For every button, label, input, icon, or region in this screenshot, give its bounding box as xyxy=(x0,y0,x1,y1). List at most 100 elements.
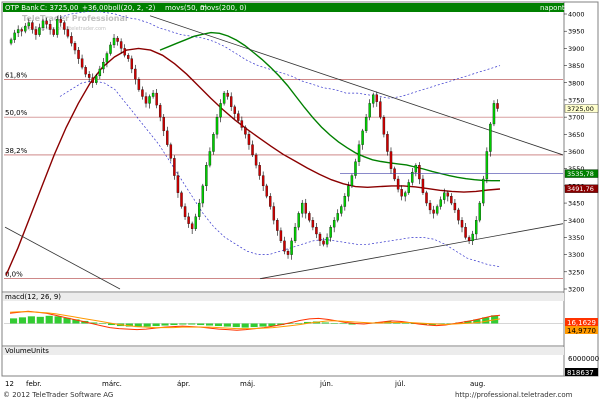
candle-body xyxy=(141,89,144,97)
candle-body xyxy=(158,104,162,118)
candle-body xyxy=(254,154,258,166)
candle-body xyxy=(489,123,492,152)
period-label: naponta xyxy=(540,4,569,12)
macd-histogram-bar xyxy=(339,323,347,325)
candle-body xyxy=(215,116,219,135)
candle-body xyxy=(70,36,73,44)
candle-body xyxy=(144,96,148,104)
candle-body xyxy=(187,216,190,224)
x-label-marc: márc. xyxy=(102,380,122,388)
candle-body xyxy=(77,49,80,59)
candle-body xyxy=(286,251,290,255)
candle-body xyxy=(315,226,318,235)
candle-body xyxy=(336,213,339,221)
candle-body xyxy=(48,24,52,30)
candle-body xyxy=(457,209,460,221)
candle-body xyxy=(98,68,102,77)
candle-body xyxy=(155,92,158,106)
candle-body xyxy=(322,240,325,245)
candle-body xyxy=(485,151,489,180)
y-tick-label: 3650 xyxy=(568,131,585,139)
candle-body xyxy=(276,220,279,231)
candle-body xyxy=(137,79,141,90)
volume-label: VolumeUnits xyxy=(5,347,49,355)
candle-body xyxy=(364,116,368,132)
candle-body xyxy=(91,77,94,83)
candle-body xyxy=(372,94,375,104)
x-label-apr: ápr. xyxy=(177,380,190,388)
y-tick-label: 3900 xyxy=(568,45,585,53)
macd-histogram-bar xyxy=(232,323,240,328)
candle-body xyxy=(183,206,187,217)
candle-body xyxy=(244,127,247,135)
footer-copyright: © 2012 TeleTrader Software AG xyxy=(3,391,113,399)
candle-body xyxy=(52,29,55,35)
footer-url: http://professional.teletrader.com xyxy=(455,391,573,399)
candle-body xyxy=(443,192,446,200)
candle-body xyxy=(169,144,173,159)
candle-body xyxy=(20,29,23,32)
candle-body xyxy=(119,41,123,49)
candle-body xyxy=(180,192,183,207)
candle-body xyxy=(173,158,176,176)
candle-body xyxy=(478,202,481,221)
macd-tag2: 14,9770 xyxy=(567,327,596,335)
close-value: C: 3725,00 xyxy=(40,4,78,12)
candle-body xyxy=(396,178,400,190)
candle-body xyxy=(308,213,311,221)
candle-body xyxy=(123,48,126,56)
candle-body xyxy=(240,120,244,128)
candle-body xyxy=(258,165,261,176)
y-tick-label: 3350 xyxy=(568,234,585,242)
candle-body xyxy=(297,213,300,228)
candle-body xyxy=(407,182,410,193)
candle-body xyxy=(421,178,425,193)
y-tick-label: 3400 xyxy=(568,217,585,225)
candle-body xyxy=(151,92,155,97)
candle-body xyxy=(293,226,297,242)
candle-body xyxy=(45,20,48,25)
macd-histogram-bar xyxy=(27,316,35,324)
candle-body xyxy=(198,202,201,217)
candle-body xyxy=(414,165,418,173)
macd-histogram-bar xyxy=(45,315,53,324)
candle-body xyxy=(130,58,134,70)
x-label-febr: febr. xyxy=(26,380,42,388)
candle-body xyxy=(112,37,116,46)
candle-body xyxy=(31,22,34,30)
main-panel-frame xyxy=(1,1,565,293)
chart-window: OTP Bank C: 3725,00 +36,00 boll(20, 2, -… xyxy=(0,0,600,400)
candle-body xyxy=(41,20,45,28)
candle-body xyxy=(375,94,379,102)
x-label-aug: aug. xyxy=(470,380,485,388)
candle-body xyxy=(63,22,66,30)
chart-canvas: OTP Bank C: 3725,00 +36,00 boll(20, 2, -… xyxy=(1,1,599,399)
candle-body xyxy=(418,165,421,180)
candle-body xyxy=(84,67,87,75)
candle-body xyxy=(212,134,215,152)
macd-histogram-bar xyxy=(10,318,18,324)
candle-body xyxy=(301,202,304,214)
candle-body xyxy=(134,68,137,80)
macd-histogram-bar xyxy=(402,322,410,324)
candle-body xyxy=(474,220,478,235)
candle-body xyxy=(290,240,293,255)
macd-histogram-bar xyxy=(214,323,223,327)
candle-body xyxy=(73,43,77,51)
x-label-maj: máj. xyxy=(240,380,255,388)
candle-body xyxy=(219,103,222,118)
macd-tag1: 16,1629 xyxy=(567,319,596,327)
candle-body xyxy=(464,226,467,238)
y-tick-label: 3250 xyxy=(568,268,585,276)
y-tick-label: 3450 xyxy=(568,200,585,208)
candle-body xyxy=(403,192,407,197)
candle-body xyxy=(56,19,59,35)
candle-body xyxy=(492,103,496,125)
candle-body xyxy=(127,55,130,59)
macd-histogram-bar xyxy=(54,316,62,324)
candle-body xyxy=(439,199,442,207)
macd-histogram-bar xyxy=(206,323,214,326)
candle-body xyxy=(379,101,382,118)
candle-body xyxy=(194,216,197,229)
candle-body xyxy=(332,220,336,228)
